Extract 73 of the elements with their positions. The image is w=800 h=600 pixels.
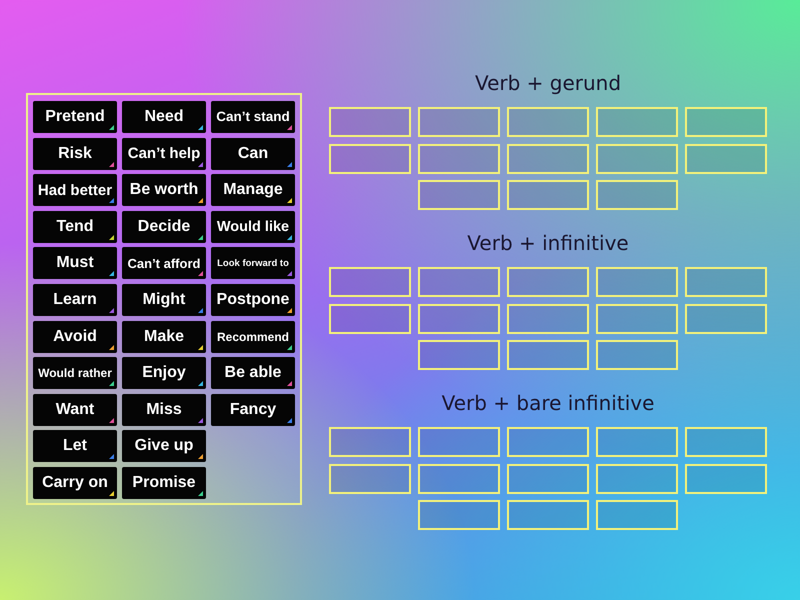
answer-box[interactable]	[329, 464, 411, 494]
word-card[interactable]: Had better	[33, 174, 117, 206]
answer-box[interactable]	[507, 107, 589, 137]
word-card[interactable]: Must	[33, 247, 117, 280]
word-card[interactable]: Learn	[33, 284, 117, 316]
word-card[interactable]: Can’t stand	[211, 101, 295, 133]
answer-box[interactable]	[507, 340, 589, 370]
answer-box[interactable]	[418, 464, 500, 494]
word-card[interactable]: Give up	[122, 430, 206, 462]
answer-box[interactable]	[418, 340, 500, 370]
word-card[interactable]: Can’t afford	[122, 247, 206, 280]
answer-box[interactable]	[418, 107, 500, 137]
word-card[interactable]: Risk	[33, 138, 117, 170]
word-card[interactable]: Need	[122, 101, 206, 133]
word-card[interactable]: Postpone	[211, 284, 295, 316]
word-card[interactable]: Pretend	[33, 101, 117, 133]
word-card[interactable]: Manage	[211, 174, 295, 206]
answer-box[interactable]	[596, 340, 678, 370]
word-card[interactable]: Can’t help	[122, 138, 206, 170]
word-card[interactable]: Look forward to	[211, 247, 295, 280]
answer-box[interactable]	[329, 107, 411, 137]
group-title: Verb + gerund	[474, 70, 622, 97]
answer-box[interactable]	[685, 107, 767, 137]
word-card[interactable]: Would like	[211, 210, 295, 243]
answer-box[interactable]	[329, 144, 411, 174]
answer-box[interactable]	[685, 144, 767, 174]
word-card[interactable]: Recommend	[211, 320, 295, 353]
answer-box[interactable]	[596, 267, 678, 297]
word-card[interactable]: Tend	[33, 210, 117, 243]
answer-box[interactable]	[329, 304, 411, 334]
word-card[interactable]: Be worth	[122, 174, 206, 206]
answer-box[interactable]	[685, 427, 767, 457]
word-card[interactable]: Avoid	[33, 320, 117, 353]
word-card[interactable]: Carry on	[33, 466, 117, 499]
answer-box[interactable]	[418, 180, 500, 210]
answer-box[interactable]	[507, 427, 589, 457]
word-card[interactable]: Make	[122, 320, 206, 353]
answer-box[interactable]	[507, 464, 589, 494]
answer-box[interactable]	[596, 304, 678, 334]
answer-box[interactable]	[418, 144, 500, 174]
word-card[interactable]: Want	[33, 394, 117, 426]
word-card[interactable]: Be able	[211, 357, 295, 390]
word-card[interactable]: Might	[122, 284, 206, 316]
answer-box[interactable]	[685, 464, 767, 494]
group-title: Verb + bare infinitive	[442, 390, 654, 417]
group-title: Verb + infinitive	[467, 230, 629, 257]
word-card[interactable]: Let	[33, 430, 117, 462]
answer-box[interactable]	[596, 464, 678, 494]
answer-box[interactable]	[418, 427, 500, 457]
answer-box[interactable]	[329, 267, 411, 297]
answer-box[interactable]	[596, 107, 678, 137]
word-card[interactable]: Can	[211, 138, 295, 170]
answer-box[interactable]	[685, 304, 767, 334]
answer-box[interactable]	[596, 500, 678, 530]
answer-box[interactable]	[596, 144, 678, 174]
answer-box[interactable]	[418, 267, 500, 297]
answer-box[interactable]	[507, 500, 589, 530]
answer-box[interactable]	[507, 267, 589, 297]
word-card[interactable]: Miss	[122, 394, 206, 426]
answer-box[interactable]	[507, 304, 589, 334]
word-card[interactable]: Decide	[122, 210, 206, 243]
answer-box[interactable]	[418, 304, 500, 334]
answer-box[interactable]	[596, 180, 678, 210]
answer-box[interactable]	[596, 427, 678, 457]
answer-box[interactable]	[418, 500, 500, 530]
word-card[interactable]: Enjoy	[122, 357, 206, 390]
answer-box[interactable]	[685, 267, 767, 297]
word-card[interactable]: Would rather	[33, 357, 117, 390]
word-card[interactable]: Promise	[122, 466, 206, 499]
answer-box[interactable]	[507, 144, 589, 174]
answer-box[interactable]	[329, 427, 411, 457]
word-card[interactable]: Fancy	[211, 394, 295, 426]
answer-box[interactable]	[507, 180, 589, 210]
